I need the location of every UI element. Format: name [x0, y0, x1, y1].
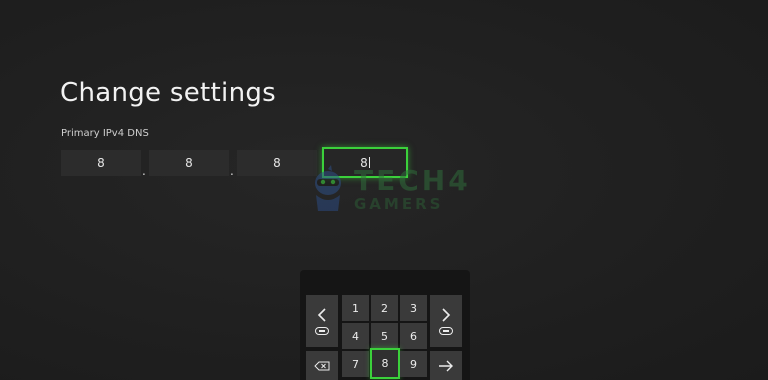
key-7[interactable]: 7: [342, 351, 369, 377]
octet-separator: .: [230, 164, 234, 178]
key-3[interactable]: 3: [400, 295, 427, 321]
key-1[interactable]: 1: [342, 295, 369, 321]
lb-bumper-icon: [315, 327, 329, 335]
chevron-right-icon: [442, 308, 451, 322]
backspace-icon: [314, 361, 330, 371]
key-4[interactable]: 4: [342, 323, 369, 349]
numeric-keyboard: 1 2 3 4 5 6 7 8 9: [300, 270, 470, 380]
page-title: Change settings: [60, 78, 276, 108]
keyboard-right-key[interactable]: [430, 295, 462, 347]
chevron-left-icon: [317, 308, 326, 322]
keyboard-left-key[interactable]: [306, 295, 338, 347]
mascot-logo-icon: [315, 165, 341, 211]
watermark-line1: TECH4: [354, 164, 471, 197]
dns-octet-3[interactable]: 8: [237, 150, 317, 176]
key-2[interactable]: 2: [371, 295, 398, 321]
dns-octet-1[interactable]: 8: [61, 150, 141, 176]
tech4gamers-watermark: TECH4 GAMERS: [308, 165, 468, 219]
octet-separator: .: [142, 164, 146, 178]
key-5[interactable]: 5: [371, 323, 398, 349]
key-6[interactable]: 6: [400, 323, 427, 349]
arrow-right-icon: [439, 360, 453, 372]
backspace-key[interactable]: [306, 351, 338, 380]
rb-bumper-icon: [439, 327, 453, 335]
watermark-text: TECH4 GAMERS: [354, 167, 471, 212]
enter-key[interactable]: [430, 351, 462, 380]
xbox-settings-screen: Change settings Primary IPv4 DNS 8 . 8 .…: [0, 0, 768, 380]
watermark-line2: GAMERS: [354, 195, 444, 213]
key-9[interactable]: 9: [400, 351, 427, 377]
dns-field-label: Primary IPv4 DNS: [61, 128, 149, 139]
key-8-selected[interactable]: 8: [370, 348, 400, 379]
dns-octet-2[interactable]: 8: [149, 150, 229, 176]
